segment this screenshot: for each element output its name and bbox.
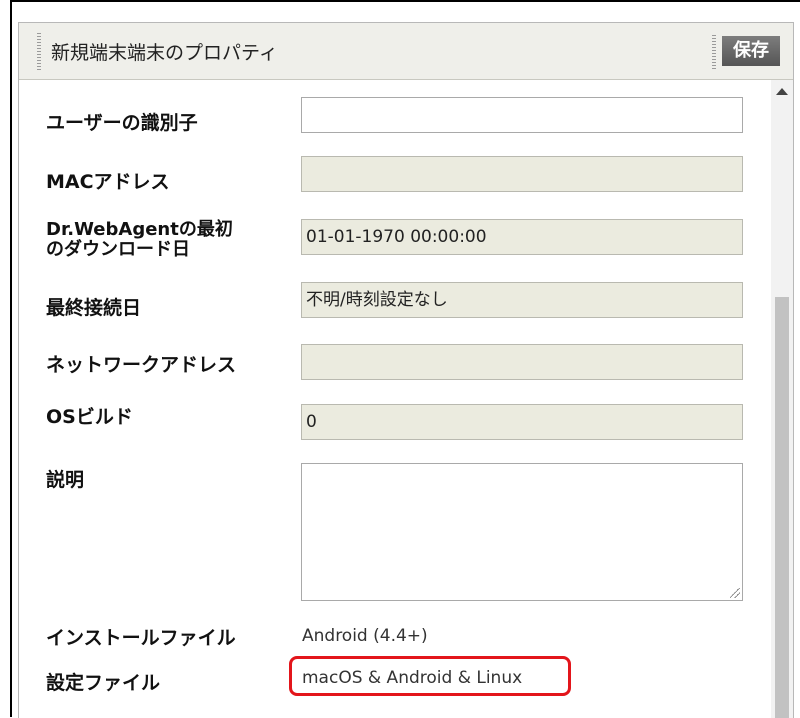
config-file-label: 設定ファイル [46, 672, 161, 694]
outer-frame-left [10, 0, 12, 717]
properties-panel: 新規端末端末のプロパティ 保存 ユーザーの識別子 MACアドレス Dr.WebA… [18, 22, 794, 718]
description-label: 説明 [46, 469, 85, 491]
mac-address-field [301, 156, 743, 192]
network-address-field [301, 344, 743, 380]
panel-header: 新規端末端末のプロパティ 保存 [19, 23, 793, 80]
first-download-label: Dr.WebAgentの最初 のダウンロード日 [46, 220, 233, 260]
mac-address-label: MACアドレス [46, 171, 170, 193]
vertical-scrollbar[interactable] [771, 80, 793, 718]
network-address-label: ネットワークアドレス [46, 354, 237, 376]
highlight-box [289, 656, 571, 696]
first-download-label-line2: のダウンロード日 [46, 239, 190, 260]
description-textarea[interactable] [301, 463, 743, 601]
first-download-field: 01-01-1970 00:00:00 [301, 219, 743, 255]
drag-grip-icon[interactable] [37, 33, 41, 71]
outer-frame-top [10, 0, 800, 2]
user-id-label: ユーザーの識別子 [46, 112, 198, 134]
toolbar-grip-icon [712, 35, 716, 69]
last-connect-field: 不明/時刻設定なし [301, 282, 743, 318]
last-connect-label: 最終接続日 [46, 297, 142, 319]
scroll-thumb[interactable] [775, 297, 789, 718]
install-file-label: インストールファイル [46, 627, 236, 649]
scroll-up-arrow-icon[interactable] [776, 88, 788, 95]
os-build-field: 0 [301, 404, 743, 440]
save-button[interactable]: 保存 [722, 36, 780, 66]
os-build-label: OSビルド [46, 406, 133, 428]
first-download-label-line1: Dr.WebAgentの最初 [46, 219, 233, 240]
panel-title: 新規端末端末のプロパティ [51, 42, 278, 64]
resize-handle-icon[interactable] [730, 588, 740, 598]
user-id-input[interactable] [301, 97, 743, 133]
install-file-value: Android (4.4+) [302, 626, 428, 646]
